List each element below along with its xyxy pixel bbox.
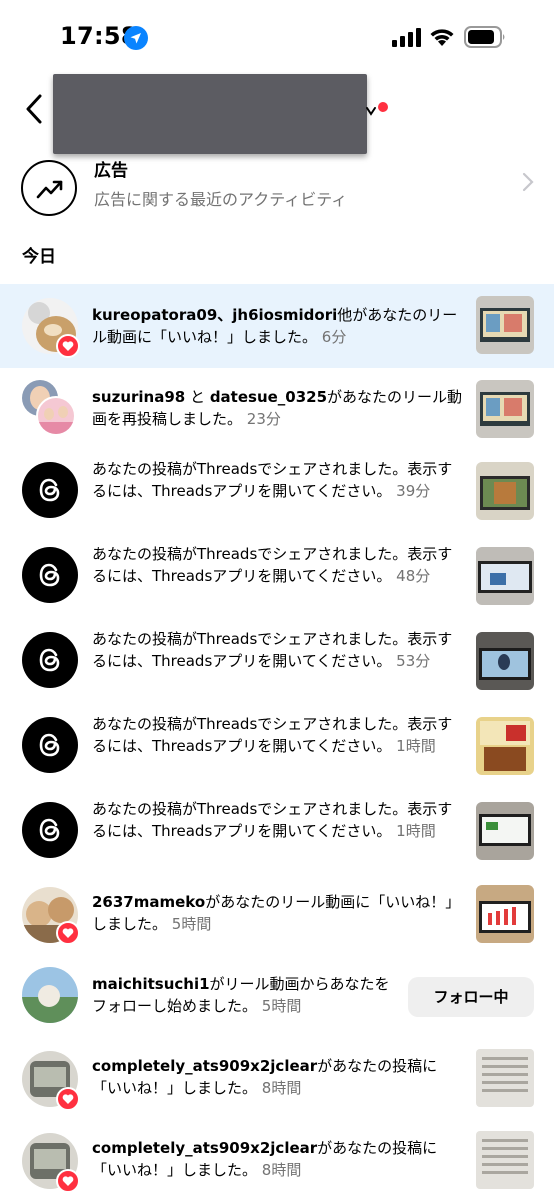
notification-row[interactable]: completely_ats909x2jclearがあなたの投稿に「いいね！」し… — [0, 1039, 554, 1121]
notification-row[interactable]: kureopatora09、jh6iosmidori他があなたのリール動画に「い… — [0, 284, 554, 368]
notification-text: suzurina98 と datesue_0325があなたのリール動画を再投稿し… — [92, 388, 463, 428]
heart-icon — [62, 928, 74, 938]
threads-avatar — [22, 717, 78, 773]
notification-row[interactable]: 2637mamekoがあなたのリール動画に「いいね！」しました。 5時間 — [0, 877, 554, 957]
threads-avatar — [22, 462, 78, 518]
threads-avatar — [22, 802, 78, 858]
username[interactable]: suzurina98 — [92, 388, 185, 406]
timestamp: 5時間 — [261, 997, 302, 1015]
cellular-signal-icon — [392, 28, 421, 47]
timestamp: 48分 — [396, 567, 431, 585]
post-thumbnail[interactable] — [476, 885, 534, 943]
threads-avatar — [22, 547, 78, 603]
notification-text: あなたの投稿がThreadsでシェアされました。表示するには、Threadsアプ… — [92, 800, 453, 840]
notification-row[interactable]: あなたの投稿がThreadsでシェアされました。表示するには、Threadsアプ… — [0, 792, 554, 877]
timestamp: 23分 — [246, 410, 281, 428]
notification-text: あなたの投稿がThreadsでシェアされました。表示するには、Threadsアプ… — [92, 630, 453, 670]
threads-logo-icon — [39, 563, 60, 587]
threads-logo-icon — [39, 818, 60, 842]
notification-text: kureopatora09、jh6iosmidori他があなたのリール動画に「い… — [92, 306, 458, 346]
avatar[interactable] — [36, 396, 76, 436]
timestamp: 5時間 — [171, 915, 212, 933]
post-thumbnail[interactable] — [476, 1049, 534, 1107]
chevron-down-icon[interactable] — [364, 104, 378, 118]
location-arrow-icon — [124, 26, 148, 50]
trending-up-icon — [36, 180, 63, 199]
status-bar: 17:58 — [0, 0, 554, 74]
notification-text: completely_ats909x2jclearがあなたの投稿に「いいね！」し… — [92, 1057, 438, 1097]
notification-text: あなたの投稿がThreadsでシェアされました。表示するには、Threadsアプ… — [92, 545, 453, 585]
post-thumbnail[interactable] — [476, 1131, 534, 1189]
username[interactable]: datesue_0325 — [210, 388, 327, 406]
post-thumbnail[interactable] — [476, 717, 534, 775]
chevron-right-icon — [522, 172, 534, 192]
avatar[interactable] — [22, 967, 78, 1023]
account-name-redacted[interactable] — [53, 74, 367, 154]
like-badge — [56, 1169, 80, 1193]
username[interactable]: maichitsuchi1 — [92, 975, 210, 993]
notification-text: completely_ats909x2jclearがあなたの投稿に「いいね！」し… — [92, 1139, 438, 1179]
timestamp: 1時間 — [396, 737, 436, 755]
notification-row[interactable]: completely_ats909x2jclearがあなたの投稿に「いいね！」し… — [0, 1121, 554, 1200]
threads-avatar — [22, 632, 78, 688]
post-thumbnail[interactable] — [476, 380, 534, 438]
notification-text: maichitsuchi1がリール動画からあなたをフォローし始めました。 5時間 — [92, 975, 390, 1015]
like-badge — [56, 334, 80, 358]
notification-row[interactable]: あなたの投稿がThreadsでシェアされました。表示するには、Threadsアプ… — [0, 707, 554, 792]
username[interactable]: completely_ats909x2jclear — [92, 1139, 317, 1157]
section-header-today: 今日 — [22, 247, 56, 267]
notification-text: 2637mamekoがあなたのリール動画に「いいね！」しました。 5時間 — [92, 893, 461, 933]
battery-icon — [464, 26, 505, 48]
nav-bar — [0, 74, 554, 154]
timestamp: 39分 — [396, 482, 431, 500]
heart-icon — [62, 341, 74, 351]
notification-row[interactable]: あなたの投稿がThreadsでシェアされました。表示するには、Threadsアプ… — [0, 537, 554, 622]
like-badge — [56, 921, 80, 945]
username[interactable]: kureopatora09、jh6iosmidori — [92, 306, 337, 324]
username[interactable]: 2637mameko — [92, 893, 205, 911]
heart-icon — [62, 1094, 74, 1104]
threads-logo-icon — [39, 478, 60, 502]
timestamp: 8時間 — [261, 1079, 302, 1097]
wifi-icon — [430, 29, 454, 46]
timestamp: 1時間 — [396, 822, 436, 840]
notification-text: あなたの投稿がThreadsでシェアされました。表示するには、Threadsアプ… — [92, 715, 453, 755]
username[interactable]: completely_ats909x2jclear — [92, 1057, 317, 1075]
unread-dot — [378, 102, 388, 112]
notification-row[interactable]: あなたの投稿がThreadsでシェアされました。表示するには、Threadsアプ… — [0, 452, 554, 537]
notification-row[interactable]: maichitsuchi1がリール動画からあなたをフォローし始めました。 5時間… — [0, 957, 554, 1039]
back-chevron-icon[interactable] — [22, 92, 48, 126]
post-thumbnail[interactable] — [476, 296, 534, 354]
timestamp: 6分 — [321, 328, 347, 346]
ads-icon-container — [21, 160, 77, 216]
like-badge — [56, 1087, 80, 1111]
threads-logo-icon — [39, 648, 60, 672]
post-thumbnail[interactable] — [476, 802, 534, 860]
timestamp: 8時間 — [261, 1161, 302, 1179]
notification-row[interactable]: あなたの投稿がThreadsでシェアされました。表示するには、Threadsアプ… — [0, 622, 554, 707]
ads-subtitle: 広告に関する最近のアクティビティ — [94, 190, 348, 209]
post-thumbnail[interactable] — [476, 632, 534, 690]
heart-icon — [62, 1176, 74, 1186]
ads-title: 広告 — [94, 161, 128, 181]
threads-logo-icon — [39, 733, 60, 757]
timestamp: 53分 — [396, 652, 431, 670]
notification-text: あなたの投稿がThreadsでシェアされました。表示するには、Threadsアプ… — [92, 460, 453, 500]
post-thumbnail[interactable] — [476, 462, 534, 520]
post-thumbnail[interactable] — [476, 547, 534, 605]
following-button[interactable]: フォロー中 — [408, 977, 534, 1017]
notification-row[interactable]: suzurina98 と datesue_0325があなたのリール動画を再投稿し… — [0, 368, 554, 452]
ads-activity-row[interactable]: 広告 広告に関する最近のアクティビティ — [0, 148, 554, 224]
